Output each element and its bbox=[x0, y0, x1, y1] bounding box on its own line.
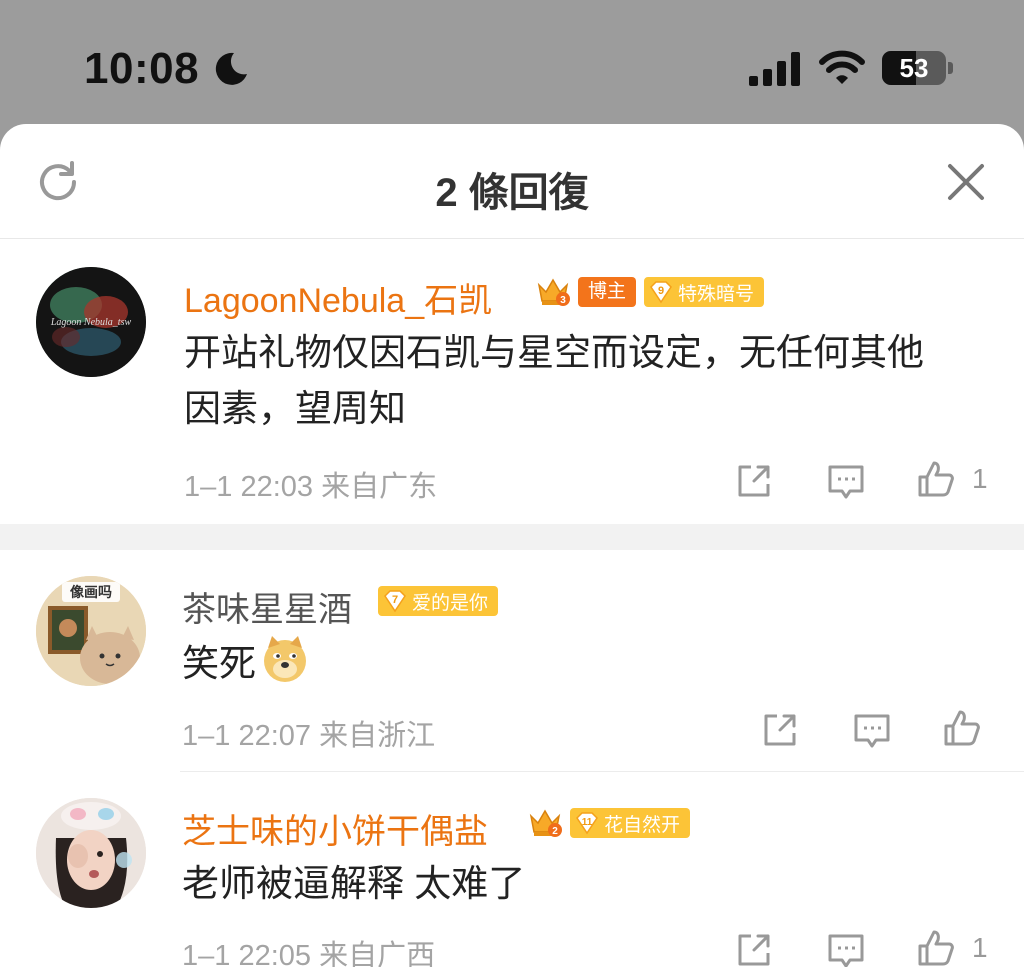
like-icon[interactable] bbox=[916, 459, 956, 499]
battery-percent: 53 bbox=[899, 53, 929, 83]
share-icon[interactable] bbox=[760, 710, 800, 750]
like-count: 1 bbox=[972, 463, 988, 494]
avatar[interactable]: Lagoon Nebula_tsw bbox=[36, 267, 146, 377]
moon-icon bbox=[215, 52, 247, 85]
girl-photo-art bbox=[36, 798, 146, 908]
avatar-caption: 像画吗 bbox=[70, 584, 112, 601]
status-time: 10:08 bbox=[84, 44, 200, 93]
crown-icon: 2 bbox=[529, 809, 562, 837]
comment-text: 老师被逼解释 太难了 bbox=[182, 863, 526, 904]
comment-text: 笑死 bbox=[182, 634, 954, 692]
like-count: 1 bbox=[972, 932, 988, 963]
main-comment: Lagoon Nebula_tsw LagoonNebula_石凯 3 博主 9… bbox=[0, 239, 1024, 524]
reply-item: 芝士味的小饼干偶盐 2 11 花自然开 老师被逼解释 太难了 1–1 22:05… bbox=[0, 772, 1024, 967]
comment-icon[interactable] bbox=[826, 461, 866, 501]
nebula-art: Lagoon Nebula_tsw bbox=[36, 267, 146, 377]
like-icon[interactable] bbox=[942, 708, 982, 748]
share-icon[interactable] bbox=[734, 930, 774, 967]
comment-meta: 1–1 22:07 来自浙江 bbox=[182, 720, 436, 752]
like-icon[interactable] bbox=[916, 928, 956, 967]
comment-icon[interactable] bbox=[826, 930, 866, 967]
sheet-header: 2 條回復 bbox=[0, 124, 1024, 239]
crown-level: 3 bbox=[560, 295, 566, 306]
crown-level: 2 bbox=[552, 826, 558, 837]
fan-badge: 9 特殊暗号 bbox=[644, 277, 765, 307]
close-icon[interactable] bbox=[946, 162, 986, 202]
fan-badge-label: 爱的是你 bbox=[412, 592, 489, 614]
fan-badge-label: 花自然开 bbox=[604, 814, 681, 836]
fan-level: 11 bbox=[582, 817, 593, 828]
avatar-watermark: Lagoon Nebula_tsw bbox=[50, 317, 132, 328]
diamond-icon: 9 bbox=[650, 281, 672, 304]
reply-item: 像画吗 茶味星星酒 7 爱的是你 笑死 1–1 22:07 来自浙江 bbox=[0, 550, 1024, 772]
avatar[interactable] bbox=[36, 798, 146, 908]
username[interactable]: LagoonNebula_石凯 bbox=[184, 273, 492, 322]
user-badges: 3 博主 9 特殊暗号 bbox=[536, 275, 765, 309]
role-badge: 博主 bbox=[578, 277, 637, 307]
share-icon[interactable] bbox=[734, 461, 774, 501]
comment-icon[interactable] bbox=[852, 710, 892, 750]
doge-emoji bbox=[264, 636, 306, 682]
status-bar: 10:08 53 bbox=[0, 0, 1024, 124]
diamond-icon: 7 bbox=[384, 590, 406, 613]
fan-level: 7 bbox=[392, 594, 398, 606]
user-badges: 7 爱的是你 bbox=[378, 586, 499, 616]
signal-icon bbox=[749, 52, 800, 86]
battery-icon: 53 bbox=[882, 51, 954, 87]
diamond-icon: 11 bbox=[576, 812, 598, 835]
sheet-title: 2 條回復 bbox=[435, 171, 589, 215]
fan-badge: 11 花自然开 bbox=[570, 808, 691, 838]
fan-badge: 7 爱的是你 bbox=[378, 586, 499, 616]
comment-meta: 1–1 22:05 来自广西 bbox=[182, 940, 436, 967]
comment-text: 开站礼物仅因石凯与星空而设定，无任何其他因素，望周知 bbox=[184, 332, 924, 429]
crown-icon: 3 bbox=[537, 278, 570, 306]
fan-badge-label: 特殊暗号 bbox=[678, 283, 755, 305]
replies-sheet: 2 條回復 Lagoon Nebula_tsw LagoonNebula_石凯 … bbox=[0, 124, 1024, 967]
comment-meta: 1–1 22:03 来自广东 bbox=[184, 471, 438, 503]
username[interactable]: 芝士味的小饼干偶盐 bbox=[182, 804, 488, 853]
wifi-icon bbox=[819, 50, 865, 84]
avatar[interactable]: 像画吗 bbox=[36, 576, 146, 686]
comment-text-body: 笑死 bbox=[182, 643, 256, 684]
section-divider bbox=[0, 524, 1024, 550]
cat-painting-art: 像画吗 bbox=[36, 576, 146, 686]
fan-level: 9 bbox=[658, 285, 664, 297]
user-badges: 2 11 花自然开 bbox=[528, 806, 691, 840]
username[interactable]: 茶味星星酒 bbox=[182, 582, 352, 631]
